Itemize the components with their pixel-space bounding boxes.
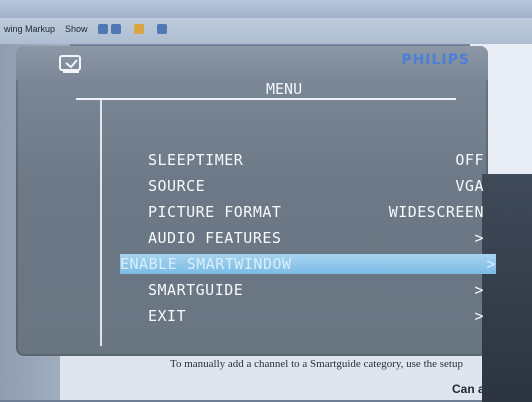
menu-item-label: EXIT (148, 307, 187, 325)
menu-item-smartguide[interactable]: SMARTGUIDE > (148, 280, 484, 300)
toolbar-folder-icons[interactable] (133, 24, 147, 35)
menu-title: MENU (266, 80, 303, 98)
toolbar-review-icons[interactable] (97, 24, 124, 35)
menu-item-label: PICTURE FORMAT (148, 203, 282, 221)
menu-item-audio-features[interactable]: AUDIO FEATURES > (148, 228, 484, 248)
menu-item-value: VGA (455, 177, 484, 195)
toolbar-top-strip (0, 0, 532, 18)
menu-item-sleeptimer[interactable]: SLEEPTIMER OFF (148, 150, 484, 170)
menu-item-label: SOURCE (148, 177, 206, 195)
menu-item-arrow: > (474, 229, 484, 247)
menu-item-label: AUDIO FEATURES (148, 229, 282, 247)
tv-osd-menu: PHILIPS MENU SLEEPTIMER OFF SOURCE VGA P… (16, 46, 532, 402)
menu-item-enable-smartwindow[interactable]: ENABLE SMARTWINDOW > (120, 254, 496, 274)
left-divider (100, 100, 102, 346)
help-hint-ghost (204, 302, 414, 382)
toolbar-track-icons[interactable] (156, 24, 170, 35)
menu-item-label: ENABLE SMARTWINDOW (120, 255, 292, 273)
document-toolbar: wing Markup Show (0, 0, 532, 45)
menu-item-arrow: > (474, 307, 484, 325)
philips-logo: PHILIPS (401, 52, 470, 68)
folder-icon (133, 24, 144, 35)
osd-header: PHILIPS (16, 46, 488, 80)
toolbar-show-menu[interactable]: Show (65, 24, 88, 34)
menu-item-arrow: > (486, 255, 496, 273)
menu-item-arrow: > (474, 281, 484, 299)
title-divider (76, 98, 456, 100)
menu-item-picture-format[interactable]: PICTURE FORMAT WIDESCREEN (148, 202, 484, 222)
menu-item-source[interactable]: SOURCE VGA (148, 176, 484, 196)
osd-right-pane (482, 174, 532, 402)
tv-icon (59, 55, 81, 73)
toolbar-row: wing Markup Show (0, 18, 532, 40)
toolbar-markup-label[interactable]: wing Markup (4, 24, 55, 34)
menu-item-label: SLEEPTIMER (148, 151, 244, 169)
menu-item-value: WIDESCREEN (388, 203, 484, 221)
menu-item-value: OFF (455, 151, 484, 169)
review-icon (110, 24, 121, 35)
track-changes-icon (156, 24, 167, 35)
menu-item-label: SMARTGUIDE (148, 281, 244, 299)
review-icon (97, 24, 108, 35)
